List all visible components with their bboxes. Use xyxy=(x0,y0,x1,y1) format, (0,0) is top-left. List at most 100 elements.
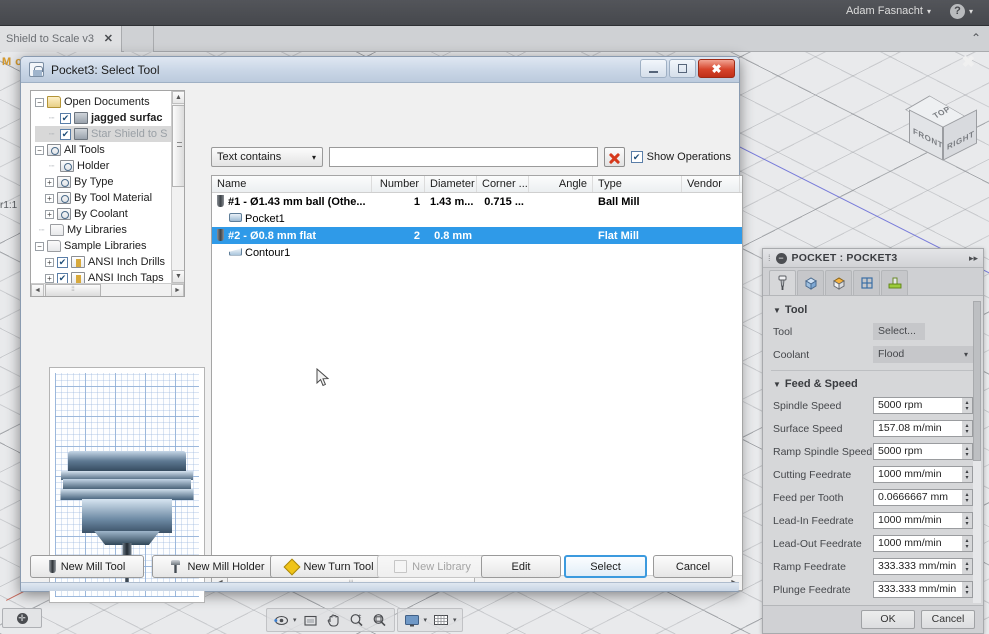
scroll-left-icon[interactable]: ◄ xyxy=(31,283,44,296)
edit-button[interactable]: Edit xyxy=(481,555,561,578)
close-button[interactable]: ✖ xyxy=(698,59,735,78)
pan-icon[interactable] xyxy=(323,610,345,630)
spinner-control[interactable]: 0.0666667 mm ▴ ▾ xyxy=(873,489,973,506)
tree-item-by-coolant[interactable]: + By Coolant xyxy=(35,206,171,222)
spinner-arrows-icon[interactable]: ▴ ▾ xyxy=(962,535,973,552)
scrollbar-thumb[interactable] xyxy=(172,105,184,187)
close-icon[interactable]: ✕ xyxy=(104,26,113,52)
expander-icon[interactable]: − xyxy=(35,145,44,155)
column-header-type[interactable]: Type xyxy=(593,176,682,192)
column-header-vendor[interactable]: Vendor xyxy=(682,176,740,192)
spinner-arrows-icon[interactable]: ▴ ▾ xyxy=(962,443,973,460)
spinner-control[interactable]: 5000 rpm ▴ ▾ xyxy=(873,397,973,414)
tool-select-button[interactable]: Select... xyxy=(873,323,925,340)
spinner-arrows-icon[interactable]: ▴ ▾ xyxy=(962,420,973,437)
scroll-right-icon[interactable]: ► xyxy=(171,283,184,296)
view-cube[interactable]: TOP FRONT RIGHT xyxy=(905,92,985,170)
spinner-control[interactable]: 333.333 mm/min ▴ ▾ xyxy=(873,581,973,598)
column-header-corner[interactable]: Corner ... xyxy=(477,176,529,192)
collapse-panel-icon[interactable]: ⌃ xyxy=(971,31,981,45)
new-turn-tool-button[interactable]: New Turn Tool xyxy=(270,555,390,578)
zoom-icon[interactable]: ± xyxy=(346,610,368,630)
expand-icon[interactable]: ▸▸ xyxy=(969,253,978,264)
new-library-button[interactable]: New Library xyxy=(377,555,488,578)
spinner-arrows-icon[interactable]: ▴ ▾ xyxy=(962,558,973,575)
expander-icon[interactable]: − xyxy=(35,241,44,251)
tree-item-by-tool-material[interactable]: + By Tool Material xyxy=(35,190,171,206)
spinner-arrows-icon[interactable]: ▴ ▾ xyxy=(962,397,973,414)
expander-icon[interactable]: + xyxy=(45,257,54,267)
tab-heights[interactable] xyxy=(825,270,852,295)
maximize-button[interactable] xyxy=(669,59,696,78)
cutting-feedrate-input[interactable]: 1000 mm/min xyxy=(873,466,962,483)
chevron-down-icon[interactable]: ▾ xyxy=(424,616,430,624)
tree-vertical-scrollbar[interactable]: ▲ ▼ xyxy=(171,91,184,283)
spinner-arrows-icon[interactable]: ▴ ▾ xyxy=(962,489,973,506)
checkbox[interactable]: ✔ xyxy=(60,112,71,124)
ramp-spindle-speed-input[interactable]: 5000 rpm xyxy=(873,443,962,460)
checkbox[interactable]: ✔ xyxy=(57,272,68,284)
chevron-down-icon[interactable]: ▾ xyxy=(293,616,299,624)
spinner-control[interactable]: 5000 rpm ▴ ▾ xyxy=(873,443,973,460)
user-account-menu[interactable]: Adam Fasnacht ▾ xyxy=(846,5,931,17)
tree-item-open-documents[interactable]: − Open Documents xyxy=(35,94,171,110)
fit-icon[interactable] xyxy=(369,610,391,630)
column-header-name[interactable]: Name xyxy=(212,176,372,192)
tree-horizontal-scrollbar[interactable]: ◄ ⦙⦙ ► xyxy=(31,283,184,296)
spinner-arrows-icon[interactable]: ▴ ▾ xyxy=(962,466,973,483)
column-header-angle[interactable]: Angle xyxy=(529,176,593,192)
collapse-icon[interactable]: − xyxy=(775,252,787,264)
viewport-corner-widget[interactable]: ✛ xyxy=(2,608,42,628)
expander-icon[interactable]: − xyxy=(35,97,44,107)
dialog-title-bar[interactable]: Pocket3: Select Tool ✖ xyxy=(21,57,739,83)
filter-mode-dropdown[interactable]: Text contains ▾ xyxy=(211,147,323,167)
lead-in-feedrate-input[interactable]: 1000 mm/min xyxy=(873,512,962,529)
tree-item-ansi-inch-drills[interactable]: + ✔ ANSI Inch Drills xyxy=(35,254,171,270)
chevron-down-icon[interactable]: ▾ xyxy=(453,616,459,624)
tree-item-by-type[interactable]: + By Type xyxy=(35,174,171,190)
search-input[interactable] xyxy=(329,147,598,167)
new-mill-tool-button[interactable]: New Mill Tool xyxy=(30,555,144,578)
spinner-control[interactable]: 157.08 m/min ▴ ▾ xyxy=(873,420,973,437)
spinner-control[interactable]: 333.333 mm/min ▴ ▾ xyxy=(873,558,973,575)
spindle-speed-input[interactable]: 5000 rpm xyxy=(873,397,962,414)
column-header-diameter[interactable]: Diameter xyxy=(425,176,477,192)
tab-passes[interactable] xyxy=(853,270,880,295)
tree-item-jagged-surface[interactable]: ┈ ✔ jagged surfac xyxy=(35,110,171,126)
expander-icon[interactable]: + xyxy=(45,193,54,203)
clear-filter-button[interactable] xyxy=(603,147,625,167)
expander-icon[interactable]: + xyxy=(45,209,54,219)
tree-item-star-shield[interactable]: ┈ ✔ Star Shield to S xyxy=(35,126,171,142)
tab-tool[interactable] xyxy=(769,270,796,295)
lead-out-feedrate-input[interactable]: 1000 mm/min xyxy=(873,535,962,552)
show-operations-toggle[interactable]: ✔ Show Operations xyxy=(630,151,731,163)
spinner-control[interactable]: 1000 mm/min ▴ ▾ xyxy=(873,512,973,529)
display-mode-icon[interactable] xyxy=(401,610,423,630)
select-button[interactable]: Select xyxy=(564,555,647,578)
palette-scrollbar[interactable] xyxy=(973,301,981,603)
tab-geometry[interactable] xyxy=(797,270,824,295)
tree-item-all-tools[interactable]: − All Tools xyxy=(35,142,171,158)
cancel-button[interactable]: Cancel xyxy=(921,610,975,629)
table-row[interactable]: #2 - Ø0.8 mm flat 2 0.8 mm Flat Mill xyxy=(212,227,742,244)
coolant-dropdown[interactable]: Flood ▾ xyxy=(873,346,973,363)
drag-handle-icon[interactable]: ⁞ xyxy=(768,253,771,263)
document-tab[interactable]: ✕ Shield to Scale v3 xyxy=(0,26,122,52)
help-menu[interactable]: ? ▾ xyxy=(949,4,973,19)
table-row[interactable]: #1 - Ø1.43 mm ball (Othe... 1 1.43 m... … xyxy=(212,193,742,210)
spinner-arrows-icon[interactable]: ▴ ▾ xyxy=(962,512,973,529)
spinner-control[interactable]: 1000 mm/min ▴ ▾ xyxy=(873,535,973,552)
table-row[interactable]: Contour1 xyxy=(212,244,742,261)
tree-item-my-libraries[interactable]: ┈ My Libraries xyxy=(35,222,171,238)
scrollbar-thumb[interactable] xyxy=(973,301,981,461)
minimize-button[interactable] xyxy=(640,59,667,78)
surface-speed-input[interactable]: 157.08 m/min xyxy=(873,420,962,437)
tree-item-holder[interactable]: ┈ Holder xyxy=(35,158,171,174)
ramp-feedrate-input[interactable]: 333.333 mm/min xyxy=(873,558,962,575)
section-header-feed-speed[interactable]: ▼ Feed & Speed xyxy=(763,371,983,394)
scrollbar-thumb[interactable]: ⦙⦙ xyxy=(45,283,101,296)
checkbox[interactable]: ✔ xyxy=(630,151,643,163)
scroll-down-icon[interactable]: ▼ xyxy=(172,270,184,283)
library-tree[interactable]: − Open Documents ┈ ✔ jagged surfac ┈ ✔ S… xyxy=(30,90,185,297)
expander-icon[interactable]: + xyxy=(45,177,54,187)
